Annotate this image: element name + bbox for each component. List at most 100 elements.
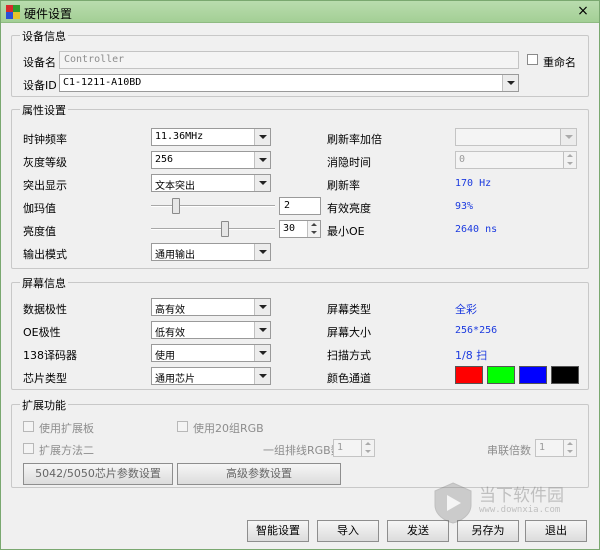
color-swatch-green[interactable] [487,366,515,384]
chevron-down-icon [254,368,270,384]
hardware-settings-window: 硬件设置 × 设备信息 设备名 Controller 重命名 设备ID C1-1… [0,0,600,550]
arrow-up-icon [567,154,573,157]
use-20-rgb-checkbox[interactable] [177,421,188,432]
stepper-buttons[interactable] [361,440,374,456]
cascade-value: 1 [539,442,546,453]
data-polarity-label: 数据极性 [23,303,67,316]
brightness-label: 亮度值 [23,225,56,238]
gamma-slider-thumb[interactable] [172,198,180,214]
eff-brightness-value: 93% [455,201,474,212]
scan-label: 扫描方式 [327,349,371,362]
device-info-title: 设备信息 [20,28,68,44]
highlight-select[interactable]: 文本突出 [151,174,271,192]
watermark-text: 当下软件园 [479,486,564,506]
chip-select[interactable]: 通用芯片 [151,367,271,385]
clock-label: 时钟频率 [23,133,67,146]
min-oe-label: 最小OE [327,225,365,238]
chip-params-button[interactable]: 5042/5050芯片参数设置 [23,463,173,485]
import-button[interactable]: 导入 [317,520,379,542]
clock-value: 11.36MHz [155,131,204,142]
clock-select[interactable]: 11.36MHz [151,128,271,146]
device-id-value: C1-1211-A10BD [63,77,142,88]
rgb-count-stepper[interactable]: 1 [333,439,375,457]
brightness-stepper[interactable]: 30 [279,220,321,238]
device-name-label: 设备名 [23,56,56,69]
output-select[interactable]: 通用输出 [151,243,271,261]
brightness-slider-thumb[interactable] [221,221,229,237]
blanking-stepper[interactable]: 0 [455,151,577,169]
advanced-params-button[interactable]: 高级参数设置 [177,463,341,485]
color-channel-label: 颜色通道 [327,372,371,385]
rename-checkbox[interactable] [527,54,538,65]
close-icon[interactable]: × [575,3,591,19]
device-id-select[interactable]: C1-1211-A10BD [59,74,519,92]
color-swatch-black[interactable] [551,366,579,384]
app-icon [6,5,20,19]
highlight-value: 文本突出 [155,181,195,192]
color-swatch-blue[interactable] [519,366,547,384]
arrow-up-icon [567,442,573,445]
device-name-field[interactable]: Controller [59,51,519,69]
gamma-slider-track [151,205,275,207]
decoder-value: 使用 [155,351,175,362]
stepper-buttons[interactable] [563,152,576,168]
title-bar: 硬件设置 × [1,1,599,23]
gamma-slider[interactable] [151,197,275,215]
brightness-slider[interactable] [151,220,275,238]
rgb-count-value: 1 [337,442,344,453]
refresh-mult-select[interactable] [455,128,577,146]
blanking-value: 0 [459,154,466,165]
arrow-down-icon [567,162,573,165]
use-ext-board-label: 使用扩展板 [39,422,94,435]
decoder-select[interactable]: 使用 [151,344,271,362]
refresh-label: 刷新率 [327,179,360,192]
data-polarity-value: 高有效 [155,305,185,316]
use-ext-board-checkbox[interactable] [23,421,34,432]
chevron-down-icon [254,322,270,338]
watermark-url: www.downxia.com [479,505,561,515]
stepper-buttons[interactable] [307,221,320,237]
arrow-down-icon [311,231,317,234]
screen-info-title: 屏幕信息 [20,275,68,291]
arrow-down-icon [567,450,573,453]
chevron-down-icon [560,129,576,145]
stepper-buttons[interactable] [563,440,576,456]
color-swatch-red[interactable] [455,366,483,384]
extension-title: 扩展功能 [20,397,68,413]
refresh-mult-label: 刷新率加倍 [327,133,382,146]
gray-label: 灰度等级 [23,156,67,169]
eff-brightness-label: 有效亮度 [327,202,371,215]
screen-type-label: 屏幕类型 [327,303,371,316]
ext-method-two-label: 扩展方法二 [39,444,94,457]
shield-icon [434,482,472,524]
brightness-value: 30 [283,223,296,234]
decoder-label: 138译码器 [23,349,77,362]
ext-method-two-checkbox[interactable] [23,443,34,454]
data-polarity-select[interactable]: 高有效 [151,298,271,316]
arrow-down-icon [365,450,371,453]
scan-value: 1/8 扫 [455,349,488,362]
chevron-down-icon [254,299,270,315]
screen-size-label: 屏幕大小 [327,326,371,339]
output-label: 输出模式 [23,248,67,261]
chip-label: 芯片类型 [23,372,67,385]
oe-polarity-label: OE极性 [23,326,61,339]
cascade-label: 串联倍数 [487,444,531,457]
gray-select[interactable]: 256 [151,151,271,169]
screen-type-value: 全彩 [455,303,477,316]
watermark-logo: 当下软件园 www.downxia.com [431,479,581,529]
min-oe-value: 2640 ns [455,224,498,235]
oe-polarity-value: 低有效 [155,328,185,339]
cascade-stepper[interactable]: 1 [535,439,577,457]
chip-value: 通用芯片 [155,374,195,385]
output-value: 通用输出 [155,250,195,261]
use-20-rgb-label: 使用20组RGB [193,422,264,435]
chevron-down-icon [502,75,518,91]
oe-polarity-select[interactable]: 低有效 [151,321,271,339]
brightness-slider-track [151,228,275,230]
chevron-down-icon [254,152,270,168]
screen-size-value: 256*256 [455,325,498,336]
gamma-field[interactable]: 2 [279,197,321,215]
smart-settings-button[interactable]: 智能设置 [247,520,309,542]
refresh-value: 170 Hz [455,178,492,189]
